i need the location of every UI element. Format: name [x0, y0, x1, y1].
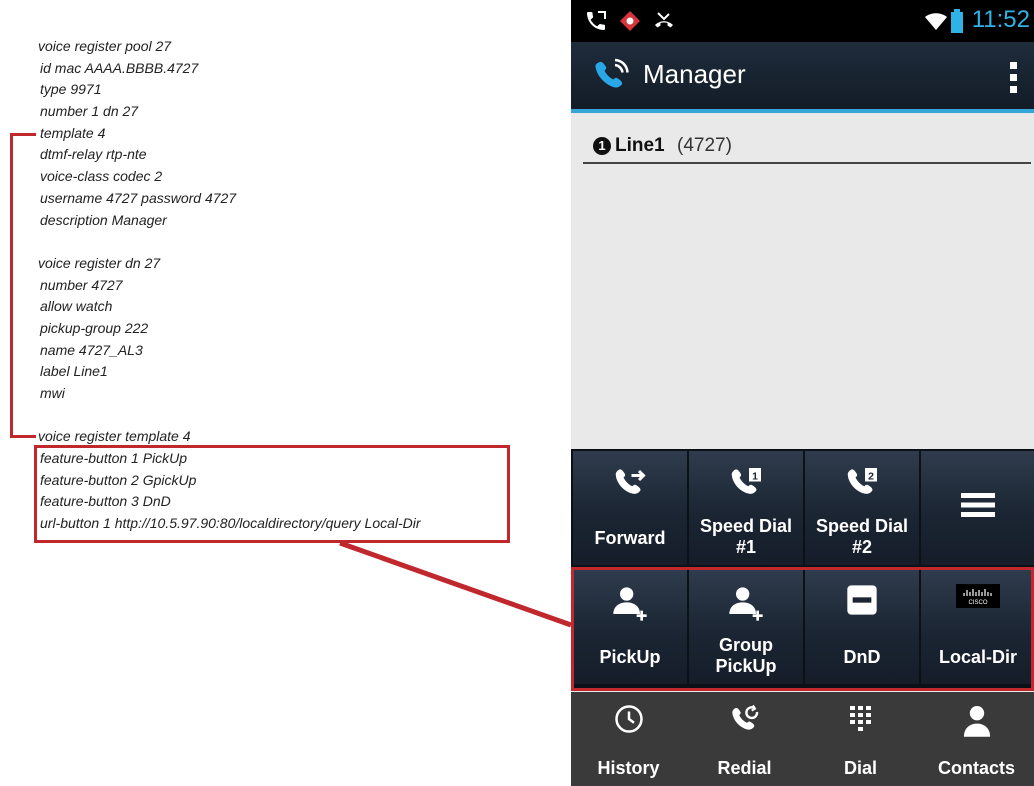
- contact-icon: [963, 705, 990, 737]
- pool-block: voice register pool 27 id mac AAAA.BBBB.…: [38, 36, 518, 231]
- more-features-button[interactable]: [921, 451, 1034, 565]
- line-label: Line1: [615, 135, 665, 156]
- dn-block: voice register dn 27 number 4727 allow w…: [38, 253, 518, 405]
- svg-text:1: 1: [752, 470, 758, 482]
- config-line: dtmf-relay rtp-nte: [40, 146, 147, 163]
- phone-icon: [587, 11, 606, 30]
- menu-icon: [961, 493, 995, 517]
- clock-time: 11:52: [971, 6, 1030, 33]
- speed-dial-2-button[interactable]: 2 Speed Dial #2: [805, 451, 919, 565]
- config-line: mwi: [40, 385, 65, 401]
- battery-icon: [951, 9, 963, 33]
- config-line: description Manager: [40, 211, 167, 228]
- line-number-badge: 1: [593, 137, 611, 155]
- config-line: allow watch: [40, 298, 113, 315]
- speed-dial-1-button[interactable]: 1 Speed Dial #1: [689, 451, 803, 565]
- line-extension: (4727): [677, 135, 732, 156]
- forward-button[interactable]: Forward: [573, 451, 687, 565]
- dial-tab[interactable]: Dial: [803, 692, 918, 786]
- config-line: template 4: [40, 124, 106, 141]
- dial-label: Dial: [843, 758, 877, 778]
- config-line: id mac AAAA.BBBB.4727: [40, 59, 199, 76]
- line-item[interactable]: 1 Line1 (4727): [583, 134, 1031, 164]
- phone-app-icon[interactable]: [593, 58, 633, 96]
- config-line: username 4727 password 4727: [40, 189, 237, 206]
- bottom-navigation: History Redial Dial Contacts: [571, 692, 1034, 786]
- feature-row-highlight-box: [571, 567, 1034, 691]
- missed-call-icon: [655, 12, 673, 28]
- config-line: name 4727_AL3: [40, 341, 143, 358]
- action-bar: Manager: [571, 42, 1034, 113]
- speed-dial-1-icon: 1: [731, 468, 761, 494]
- history-tab[interactable]: History: [571, 692, 686, 786]
- config-line: pickup-group 222: [40, 319, 149, 336]
- config-line: label Line1: [40, 363, 108, 380]
- overflow-menu-icon[interactable]: [1010, 62, 1018, 94]
- clock-icon: [614, 705, 643, 733]
- svg-text:2: 2: [868, 470, 874, 482]
- speed-dial-2-icon: 2: [847, 468, 877, 494]
- call-forward-icon: [615, 469, 646, 494]
- config-line: number 4727: [40, 276, 123, 293]
- redial-icon: [731, 704, 758, 730]
- app-title: Manager: [643, 59, 746, 89]
- dialpad-icon: [849, 706, 871, 731]
- forward-label: Forward: [594, 527, 666, 548]
- config-line: voice-class codec 2: [40, 168, 163, 185]
- config-line: number 1 dn 27: [40, 103, 139, 120]
- wifi-icon: [925, 13, 947, 30]
- history-label: History: [597, 758, 660, 778]
- speed-dial-2-label: Speed Dial #2: [815, 516, 909, 557]
- feature-button-highlight-box: [34, 445, 510, 543]
- config-line: voice register pool 27: [38, 38, 172, 54]
- redial-label: Redial: [717, 758, 772, 778]
- config-line: voice register dn 27: [38, 254, 161, 271]
- alert-icon: [620, 11, 640, 31]
- config-line: type 9971: [40, 81, 102, 98]
- status-bar: 11:52: [571, 0, 1034, 42]
- speed-dial-1-label: Speed Dial #1: [699, 516, 793, 557]
- contacts-label: Contacts: [937, 758, 1015, 778]
- redial-tab[interactable]: Redial: [687, 692, 802, 786]
- contacts-tab[interactable]: Contacts: [919, 692, 1034, 786]
- template-reference-bracket: [10, 133, 36, 438]
